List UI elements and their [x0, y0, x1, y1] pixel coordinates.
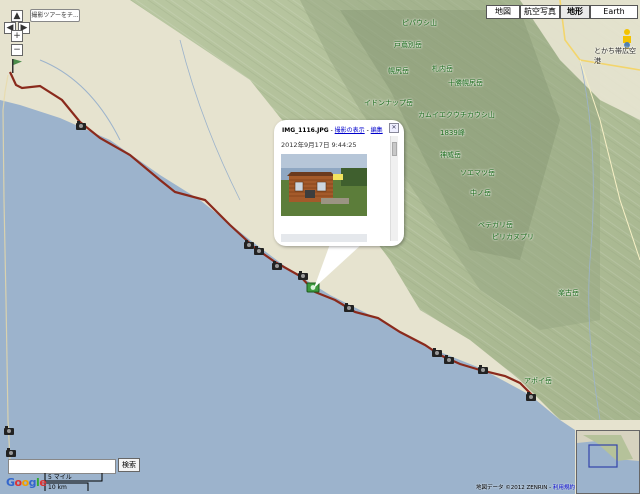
place-label: 楽古岳	[558, 289, 579, 297]
place-label: 十勝幌尻岳	[448, 79, 483, 87]
edit-link[interactable]: 編集	[371, 127, 383, 134]
photo-marker-icon[interactable]	[478, 365, 488, 374]
info-window-title: IMG_1116.JPG - 撮影の表示 - 編集	[282, 127, 383, 134]
maptype-map-button[interactable]: 地図	[486, 5, 520, 19]
google-logo: Google	[6, 476, 47, 489]
zoom-out-button[interactable]: −	[11, 44, 23, 56]
copyright-text: 地図データ ©2012 ZENRIN - 利用規約	[476, 485, 575, 491]
maptype-terrain-button[interactable]: 地形	[560, 5, 590, 19]
photo-marker-icon[interactable]	[526, 392, 536, 401]
photo-marker-icon[interactable]	[244, 240, 254, 249]
zoom-in-button[interactable]: +	[11, 30, 23, 42]
place-label: カムイエクウチカウシ山	[418, 111, 495, 119]
photo-marker-icon[interactable]	[444, 355, 454, 364]
overview-map[interactable]	[576, 430, 640, 494]
photo-tour-button[interactable]: 撮影ツアーをチ...	[30, 9, 80, 22]
place-label: 中ノ岳	[470, 189, 491, 197]
place-label: ソエマツ岳	[460, 169, 495, 177]
terrain-map[interactable]: 地図 航空写真 地形 Earth ▲ ◀ ▶ + − 撮影ツアーをチ... ピパ…	[0, 0, 640, 494]
photo-timestamp: 2012年9月17日 9:44:25	[281, 141, 357, 149]
photo-marker-icon[interactable]	[344, 303, 354, 312]
info-window-scrollbar[interactable]	[390, 136, 398, 241]
search-button[interactable]: 検索	[118, 458, 140, 472]
photo-marker-icon[interactable]	[272, 261, 282, 270]
photo-marker-icon[interactable]	[6, 448, 16, 457]
maptype-satellite-button[interactable]: 航空写真	[520, 5, 560, 19]
place-label: 幌尻岳	[388, 67, 409, 75]
place-label: ペテガリ岳	[478, 221, 513, 229]
info-window: IMG_1116.JPG - 撮影の表示 - 編集 ✕ 2012年9月17日 9…	[274, 120, 404, 246]
place-label: アポイ岳	[524, 377, 552, 385]
place-label: 札内岳	[432, 65, 453, 73]
terms-link[interactable]: 利用規約	[553, 485, 575, 491]
close-icon[interactable]: ✕	[389, 123, 399, 133]
place-label: ピリカヌプリ	[492, 233, 534, 241]
photo-marker-icon[interactable]	[4, 426, 14, 435]
place-label: ピパウシ山	[402, 19, 437, 27]
photo-thumbnail[interactable]	[281, 154, 367, 216]
view-photo-link[interactable]: 撮影の表示	[335, 127, 365, 134]
place-label: 1839峰	[440, 129, 465, 137]
photo-filename: IMG_1116.JPG	[282, 127, 329, 134]
photo-marker-icon[interactable]	[76, 121, 86, 130]
start-flag-icon[interactable]	[11, 58, 23, 74]
place-label: イドンナップ岳	[364, 99, 413, 107]
place-label: 神威岳	[440, 151, 461, 159]
place-label: 戸蔦別岳	[394, 41, 422, 49]
next-photo-preview	[281, 234, 367, 242]
airport-label: とかち帯広空港	[594, 47, 636, 65]
info-window-tail	[314, 244, 362, 288]
maptype-earth-button[interactable]: Earth	[590, 5, 638, 19]
pan-up-icon[interactable]: ▲	[11, 10, 23, 22]
photo-marker-icon[interactable]	[254, 246, 264, 255]
scale-miles: 5 マイル	[48, 474, 72, 481]
photo-marker-icon[interactable]	[432, 348, 442, 357]
scrollbar-thumb[interactable]	[392, 142, 397, 156]
scale-km: 10 km	[48, 484, 67, 491]
